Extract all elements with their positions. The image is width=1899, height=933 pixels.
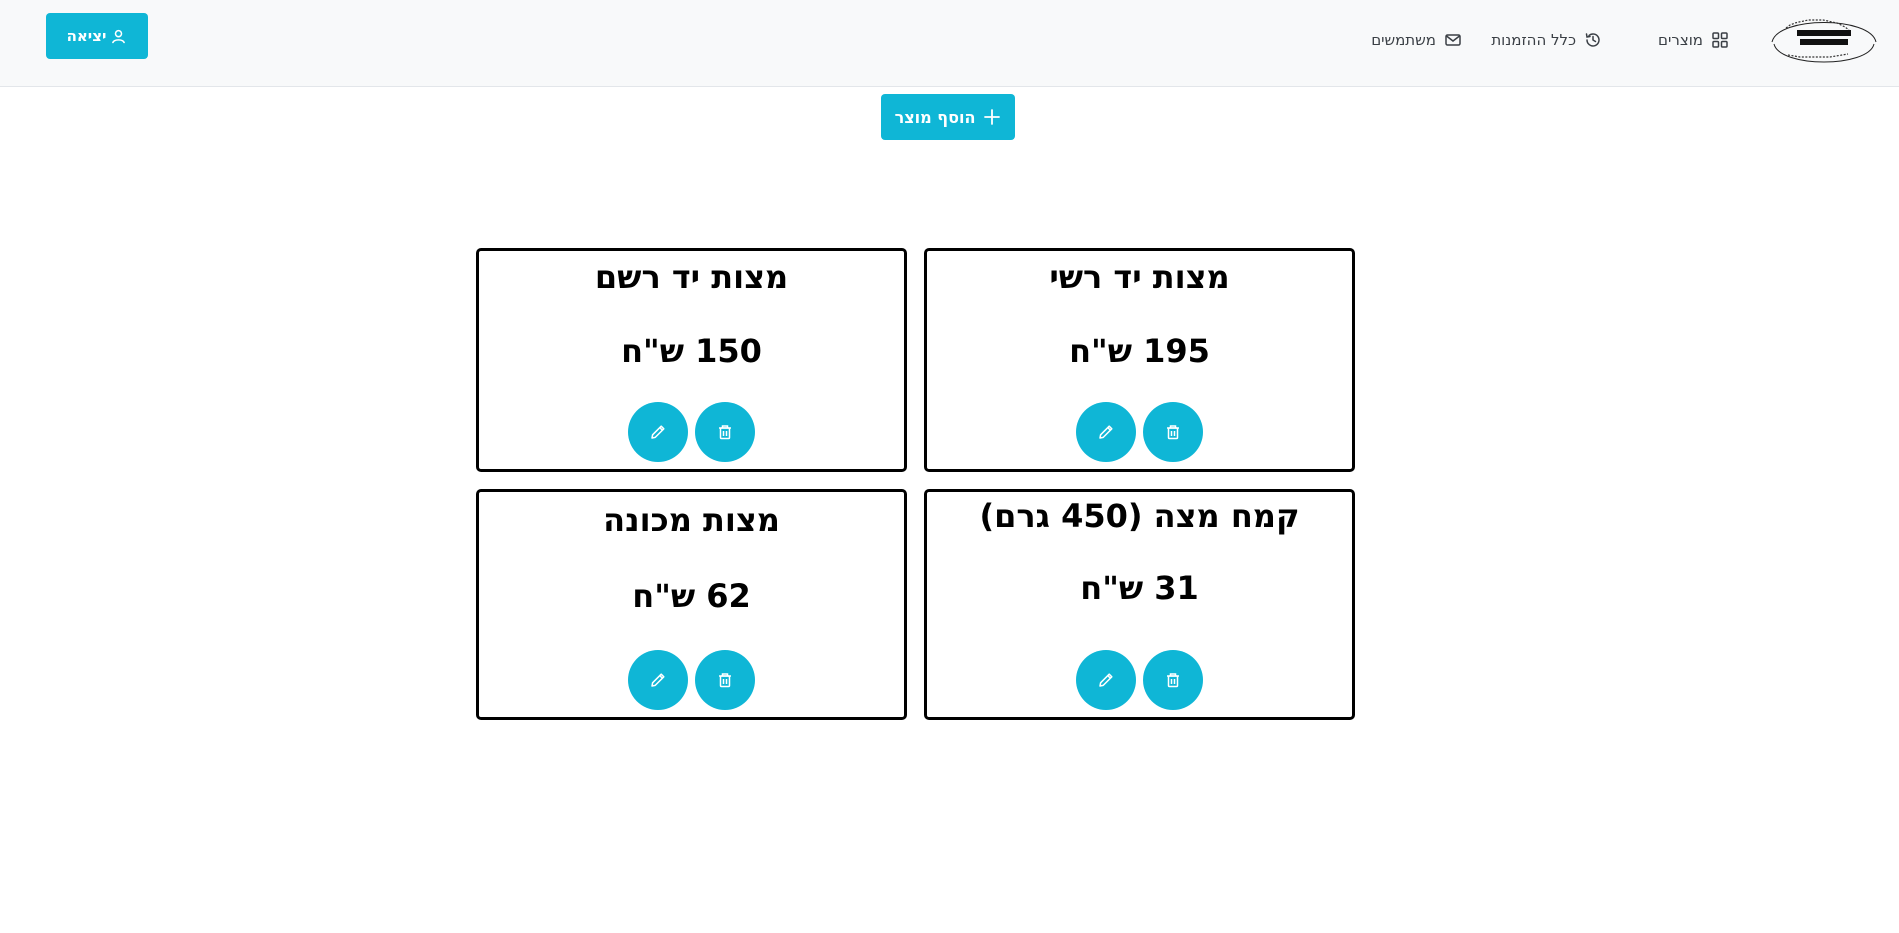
brand-logo[interactable]	[1764, 8, 1884, 74]
product-actions	[479, 402, 904, 462]
product-card: קמח מצה (450 גרם) 31 ש"ח	[924, 489, 1355, 720]
edit-product-button[interactable]	[1076, 402, 1136, 462]
trash-icon	[719, 673, 731, 688]
add-product-label: הוסף מוצר	[894, 107, 976, 127]
add-product-button[interactable]: הוסף מוצר	[881, 94, 1015, 140]
nav-users[interactable]: משתמשים	[1371, 0, 1462, 80]
pencil-icon	[1099, 673, 1113, 687]
pencil-icon	[651, 425, 665, 439]
nav-users-label: משתמשים	[1371, 31, 1436, 49]
logo-seal-icon	[1771, 19, 1877, 63]
grid-icon	[1711, 31, 1729, 49]
product-card: מצות מכונה 62 ש"ח	[476, 489, 907, 720]
trash-icon	[1167, 673, 1179, 688]
product-price: 150 ש"ח	[621, 332, 762, 370]
delete-product-button[interactable]	[695, 650, 755, 710]
pencil-icon	[1099, 425, 1113, 439]
trash-icon	[719, 425, 731, 440]
logout-button[interactable]: יציאה	[46, 13, 148, 59]
delete-product-button[interactable]	[1143, 650, 1203, 710]
product-actions	[927, 650, 1352, 710]
plus-icon	[983, 108, 1001, 126]
pencil-icon	[651, 673, 665, 687]
product-price: 62 ש"ח	[632, 577, 751, 615]
product-name: מצות מכונה	[603, 501, 780, 539]
delete-product-button[interactable]	[1143, 402, 1203, 462]
product-price: 31 ש"ח	[1080, 569, 1199, 607]
product-price: 195 ש"ח	[1069, 332, 1210, 370]
product-actions	[927, 402, 1352, 462]
edit-product-button[interactable]	[628, 650, 688, 710]
history-icon	[1584, 31, 1602, 49]
product-name: קמח מצה (450 גרם)	[979, 497, 1300, 535]
logout-label: יציאה	[66, 27, 107, 45]
product-card: מצות יד רשם 150 ש"ח	[476, 248, 907, 472]
nav-orders-label: כלל ההזמנות	[1491, 31, 1576, 49]
nav-orders[interactable]: כלל ההזמנות	[1491, 0, 1602, 80]
product-card: מצות יד רשי 195 ש"ח	[924, 248, 1355, 472]
edit-product-button[interactable]	[1076, 650, 1136, 710]
envelope-icon	[1444, 31, 1462, 49]
product-name: מצות יד רשם	[594, 258, 789, 296]
nav-products[interactable]: מוצרים	[1658, 0, 1729, 80]
delete-product-button[interactable]	[695, 402, 755, 462]
nav-products-label: מוצרים	[1658, 31, 1703, 49]
user-icon	[110, 28, 127, 45]
product-name: מצות יד רשי	[1049, 258, 1230, 296]
product-actions	[479, 650, 904, 710]
edit-product-button[interactable]	[628, 402, 688, 462]
top-navbar: מוצרים כלל ההזמנות משתמשים יציאה	[0, 0, 1899, 87]
trash-icon	[1167, 425, 1179, 440]
